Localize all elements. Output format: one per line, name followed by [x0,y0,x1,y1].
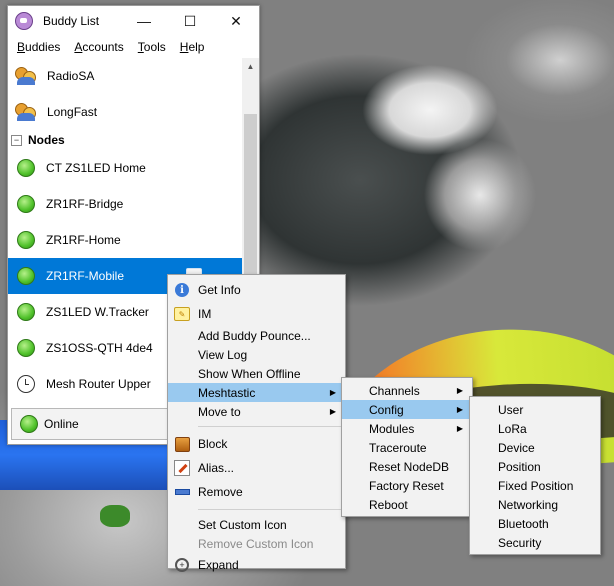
online-status-icon [17,231,35,249]
submenu-arrow-icon: ▶ [329,407,336,416]
buddy-row-node[interactable]: CT ZS1LED Home [8,150,242,186]
menu-tools[interactable]: Tools [131,40,173,54]
menu-config-bluetooth[interactable]: Bluetooth [470,514,600,533]
menu-separator [198,426,344,427]
close-button[interactable]: ✕ [213,6,259,36]
buddy-name: ZR1RF-Mobile [46,269,125,283]
buddy-context-menu: i Get Info ✎ IM Add Buddy Pounce... View… [167,274,346,572]
menu-bar: Buddies Accounts Tools Help [8,36,259,58]
title-bar[interactable]: Buddy List — ☐ ✕ [8,6,259,36]
scroll-up-arrow-icon[interactable]: ▲ [242,58,259,75]
buddy-row-node[interactable]: ZR1RF-Bridge [8,186,242,222]
submenu-arrow-icon: ▶ [456,386,463,395]
menu-config-networking[interactable]: Networking [470,495,600,514]
menu-show-when-offline[interactable]: Show When Offline [168,364,345,383]
chat-people-icon [15,103,37,121]
window-title: Buddy List [43,14,100,28]
menu-move-to[interactable]: Move to ▶ [168,402,345,421]
submenu-arrow-icon: ▶ [456,405,463,414]
buddy-row-node[interactable]: ZR1RF-Home [8,222,242,258]
menu-buddies[interactable]: Buddies [10,40,67,54]
block-icon [174,436,190,452]
online-status-icon [17,159,35,177]
group-label: Nodes [28,133,65,147]
buddy-name: Mesh Router Upper [46,377,151,391]
online-status-icon [17,267,35,285]
menu-expand[interactable]: + Expand [168,553,345,577]
menu-block[interactable]: Block [168,432,345,456]
menu-get-info[interactable]: i Get Info [168,278,345,302]
buddy-name: ZR1RF-Home [46,233,121,247]
buddy-name: RadioSA [47,69,95,83]
menu-config-device[interactable]: Device [470,438,600,457]
online-status-icon [17,303,35,321]
online-status-icon [17,195,35,213]
buddy-row-radiosa[interactable]: RadioSA [8,58,242,94]
menu-im[interactable]: ✎ IM [168,302,345,326]
status-label: Online [44,417,79,431]
buddy-name: ZS1LED W.Tracker [46,305,149,319]
collapse-icon[interactable]: − [11,134,22,146]
chat-people-icon [15,67,37,85]
group-nodes[interactable]: − Nodes [8,130,242,150]
menu-accounts[interactable]: Accounts [67,40,130,54]
alias-pencil-icon [174,460,190,476]
menu-config[interactable]: Config ▶ [342,400,472,419]
menu-remove[interactable]: Remove [168,480,345,504]
menu-separator [198,509,344,510]
info-icon: i [175,283,189,297]
im-icon: ✎ [174,307,190,321]
menu-remove-custom-icon: Remove Custom Icon [198,536,314,551]
online-status-icon [17,339,35,357]
remove-icon [174,489,190,495]
menu-config-fixed-position[interactable]: Fixed Position [470,476,600,495]
menu-channels[interactable]: Channels ▶ [342,381,472,400]
buddy-name: ZS1OSS-QTH 4de4 [46,341,153,355]
menu-help[interactable]: Help [173,40,212,54]
expand-magnifier-icon: + [175,558,189,572]
idle-clock-icon [17,375,35,393]
menu-config-user[interactable]: User [470,400,600,419]
buddy-name: ZR1RF-Bridge [46,197,124,211]
pidgin-app-icon [15,12,33,30]
config-submenu: User LoRa Device Position Fixed Position… [469,396,601,555]
submenu-arrow-icon: ▶ [329,388,336,397]
menu-factory-reset[interactable]: Factory Reset [342,476,472,495]
minimize-button[interactable]: — [121,6,167,36]
buddy-name: CT ZS1LED Home [46,161,146,175]
buddy-row-longfast[interactable]: LongFast [8,94,242,130]
submenu-arrow-icon: ▶ [456,424,463,433]
wallpaper-pilot [100,505,130,527]
online-status-icon [20,415,38,433]
menu-alias[interactable]: Alias... [168,456,345,480]
menu-add-buddy-pounce[interactable]: Add Buddy Pounce... [168,326,345,345]
menu-modules[interactable]: Modules ▶ [342,419,472,438]
menu-reset-nodedb[interactable]: Reset NodeDB [342,457,472,476]
buddy-name: LongFast [47,105,98,119]
menu-meshtastic[interactable]: Meshtastic ▶ [168,383,345,402]
menu-reboot[interactable]: Reboot [342,495,472,514]
meshtastic-submenu: Channels ▶ Config ▶ Modules ▶ Traceroute… [341,377,473,517]
menu-set-custom-icon[interactable]: Set Custom Icon [168,515,345,534]
menu-traceroute[interactable]: Traceroute [342,438,472,457]
menu-config-position[interactable]: Position [470,457,600,476]
menu-config-security[interactable]: Security [470,533,600,552]
menu-config-lora[interactable]: LoRa [470,419,600,438]
maximize-button[interactable]: ☐ [167,6,213,36]
menu-view-log[interactable]: View Log [168,345,345,364]
